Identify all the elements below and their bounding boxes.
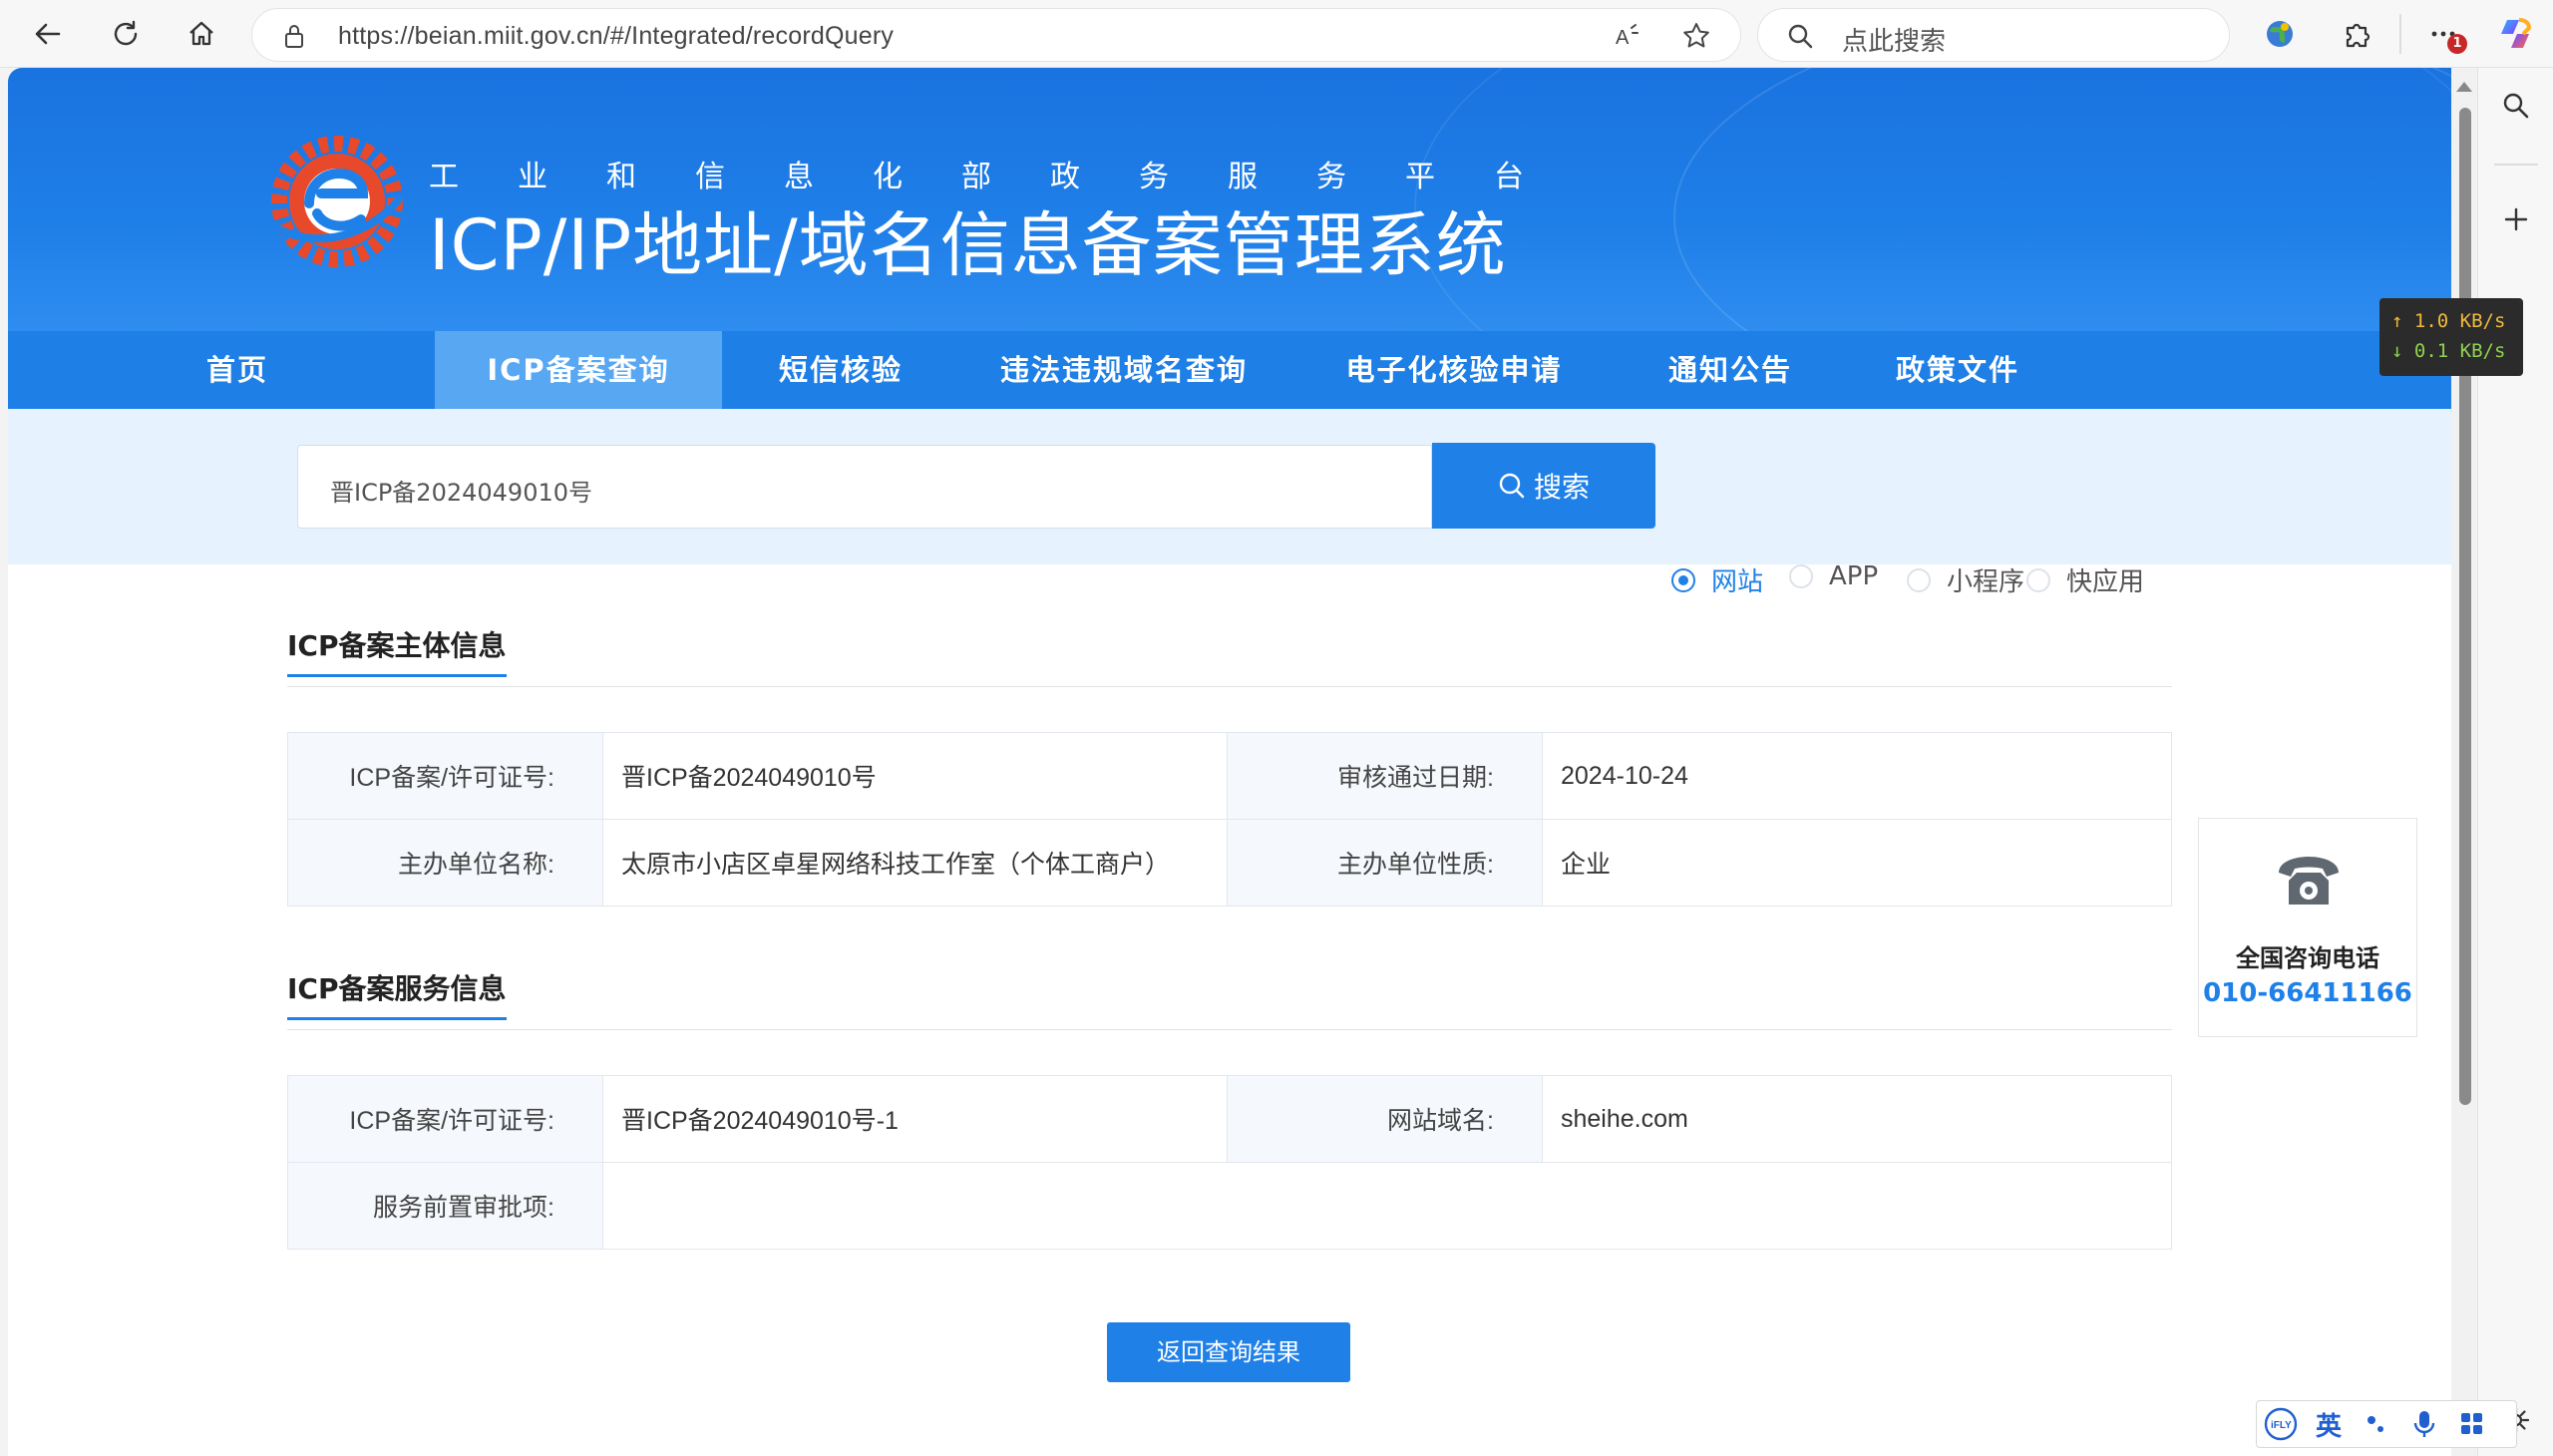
search-icon: [1782, 18, 1818, 54]
service-license-label: ICP备案/许可证号:: [287, 1075, 603, 1163]
search-button[interactable]: 搜索: [1432, 443, 1655, 529]
nav-item-electronic-verify[interactable]: 电子化核验申请: [1308, 331, 1600, 409]
org-type-value: 企业: [1542, 819, 2172, 907]
lock-icon[interactable]: [276, 18, 312, 54]
svg-text:A: A: [1616, 27, 1630, 49]
approval-date-label: 审核通过日期:: [1227, 732, 1543, 820]
download-speed: ↓ 0.1 KB/s: [2391, 340, 2506, 362]
nav-item-notices[interactable]: 通知公告: [1636, 331, 1825, 409]
section-divider: [287, 1029, 2172, 1030]
radio-mini-program[interactable]: 小程序: [1907, 561, 2024, 598]
miit-logo-icon: [271, 136, 403, 267]
radio-dot[interactable]: [1789, 564, 1813, 588]
service-license-value: 晋ICP备2024049010号-1: [602, 1075, 1228, 1163]
home-icon[interactable]: [178, 10, 225, 58]
notification-badge: 1: [2447, 34, 2467, 54]
search-placeholder: 点此搜索: [1842, 27, 1947, 57]
hotline-widget[interactable]: 全国咨询电话 010-66411166: [2198, 818, 2417, 1037]
license-label: ICP备案/许可证号:: [287, 732, 603, 820]
radio-quick-app[interactable]: 快应用: [2026, 561, 2144, 598]
svg-text:iFLY: iFLY: [2271, 1420, 2292, 1431]
side-divider: [2494, 164, 2538, 166]
header-decoration: [1673, 68, 2451, 331]
ime-language-toggle[interactable]: 英: [2305, 1402, 2353, 1446]
copilot-icon[interactable]: [2493, 12, 2537, 56]
more-menu-icon[interactable]: 1: [2421, 12, 2467, 56]
browser-search-box[interactable]: 点此搜索: [1757, 8, 2230, 62]
radio-mini-program-label[interactable]: 小程序: [1947, 561, 2024, 598]
service-info-table: ICP备案/许可证号: 晋ICP备2024049010号-1 网站域名: she…: [287, 1075, 2172, 1250]
browser-side-panel: [2477, 68, 2553, 1456]
subject-info-table: ICP备案/许可证号: 晋ICP备2024049010号 审核通过日期: 202…: [287, 732, 2172, 907]
main-nav: 首页 ICP备案查询 短信核验 违法违规域名查询 电子化核验申请 通知公告 政策…: [8, 331, 2451, 409]
favorite-star-icon[interactable]: [1678, 18, 1714, 54]
scroll-thumb[interactable]: [2459, 108, 2471, 1105]
extensions-puzzle-icon[interactable]: [2336, 12, 2379, 56]
license-value: 晋ICP备2024049010号: [602, 732, 1228, 820]
query-input[interactable]: 晋ICP备2024049010号: [297, 445, 1432, 529]
domain-label: 网站域名:: [1227, 1075, 1543, 1163]
nav-item-icp-query[interactable]: ICP备案查询: [435, 331, 722, 409]
radio-dot[interactable]: [1907, 567, 1931, 592]
toolbar-divider: [2399, 14, 2401, 54]
query-section: 晋ICP备2024049010号 搜索 网站 APP 小程序 快应用: [8, 409, 2451, 597]
table-row: 服务前置审批项:: [287, 1162, 2172, 1250]
upload-speed: ↑ 1.0 KB/s: [2391, 310, 2506, 332]
search-button-label[interactable]: 搜索: [1534, 466, 1590, 506]
org-type-label: 主办单位性质:: [1227, 819, 1543, 907]
radio-website-label[interactable]: 网站: [1711, 561, 1763, 598]
network-speed-widget[interactable]: ↑ 1.0 KB/s ↓ 0.1 KB/s: [2379, 298, 2523, 376]
nav-item-policies[interactable]: 政策文件: [1863, 331, 2052, 409]
site-header: 工业和信息化部政务服务平台 ICP/IP地址/域名信息备案管理系统: [8, 68, 2451, 331]
nav-item-sms-verify[interactable]: 短信核验: [746, 331, 935, 409]
domain-value: sheihe.com: [1542, 1075, 2172, 1163]
table-row: 主办单位名称: 太原市小店区卓星网络科技工作室（个体工商户） 主办单位性质: 企…: [287, 819, 2172, 907]
ime-microphone-icon[interactable]: [2400, 1402, 2448, 1446]
radio-dot[interactable]: [2026, 567, 2050, 592]
hotline-title: 全国咨询电话: [2236, 944, 2379, 972]
scroll-up-arrow-icon[interactable]: [2456, 82, 2472, 92]
browser-toolbar: https://beian.miit.gov.cn/#/Integrated/r…: [0, 0, 2553, 68]
ime-punctuation-icon[interactable]: [2353, 1402, 2400, 1446]
ime-apps-grid-icon[interactable]: [2448, 1402, 2496, 1446]
url-text[interactable]: https://beian.miit.gov.cn/#/Integrated/r…: [338, 22, 894, 51]
radio-app-label[interactable]: APP: [1829, 561, 1878, 591]
nav-item-home[interactable]: 首页: [168, 331, 307, 409]
org-name-label: 主办单位名称:: [287, 819, 603, 907]
section-divider: [287, 686, 2172, 687]
org-name-value: 太原市小店区卓星网络科技工作室（个体工商户）: [602, 819, 1228, 907]
page-scrollbar[interactable]: [2451, 68, 2477, 1456]
back-arrow-icon[interactable]: [24, 10, 72, 58]
pre-approval-value: [602, 1162, 2172, 1250]
radio-quick-app-label[interactable]: 快应用: [2066, 561, 2144, 598]
ifly-logo-icon[interactable]: iFLY: [2257, 1402, 2305, 1446]
sidebar-search-icon[interactable]: [2492, 82, 2540, 130]
radio-website[interactable]: 网站: [1671, 561, 1763, 598]
read-aloud-icon[interactable]: A: [1611, 18, 1646, 54]
header-title: ICP/IP地址/域名信息备案管理系统: [429, 204, 1507, 286]
back-to-results-button[interactable]: 返回查询结果: [1107, 1322, 1350, 1382]
search-icon: [1499, 473, 1525, 499]
ime-toolbar[interactable]: iFLY 英: [2256, 1400, 2517, 1448]
telephone-icon: [2279, 857, 2339, 905]
web-page: 工业和信息化部政务服务平台 ICP/IP地址/域名信息备案管理系统 首页 ICP…: [8, 68, 2451, 1456]
service-info-title: ICP备案服务信息: [287, 967, 507, 1020]
table-row: ICP备案/许可证号: 晋ICP备2024049010号 审核通过日期: 202…: [287, 732, 2172, 820]
extension-globe-icon[interactable]: [2258, 12, 2302, 56]
query-input-value[interactable]: 晋ICP备2024049010号: [330, 473, 592, 508]
radio-dot[interactable]: [1671, 567, 1695, 592]
approval-date-value: 2024-10-24: [1542, 732, 2172, 820]
hotline-number[interactable]: 010-66411166: [2199, 978, 2416, 1008]
address-bar[interactable]: https://beian.miit.gov.cn/#/Integrated/r…: [251, 8, 1741, 62]
table-row: ICP备案/许可证号: 晋ICP备2024049010号-1 网站域名: she…: [287, 1075, 2172, 1163]
subject-info-title: ICP备案主体信息: [287, 624, 507, 677]
add-sidebar-app-icon[interactable]: [2492, 195, 2540, 243]
nav-item-illegal-domain-query[interactable]: 违法违规域名查询: [969, 331, 1278, 409]
radio-app[interactable]: APP: [1789, 561, 1878, 591]
refresh-icon[interactable]: [102, 10, 150, 58]
pre-approval-label: 服务前置审批项:: [287, 1162, 603, 1250]
